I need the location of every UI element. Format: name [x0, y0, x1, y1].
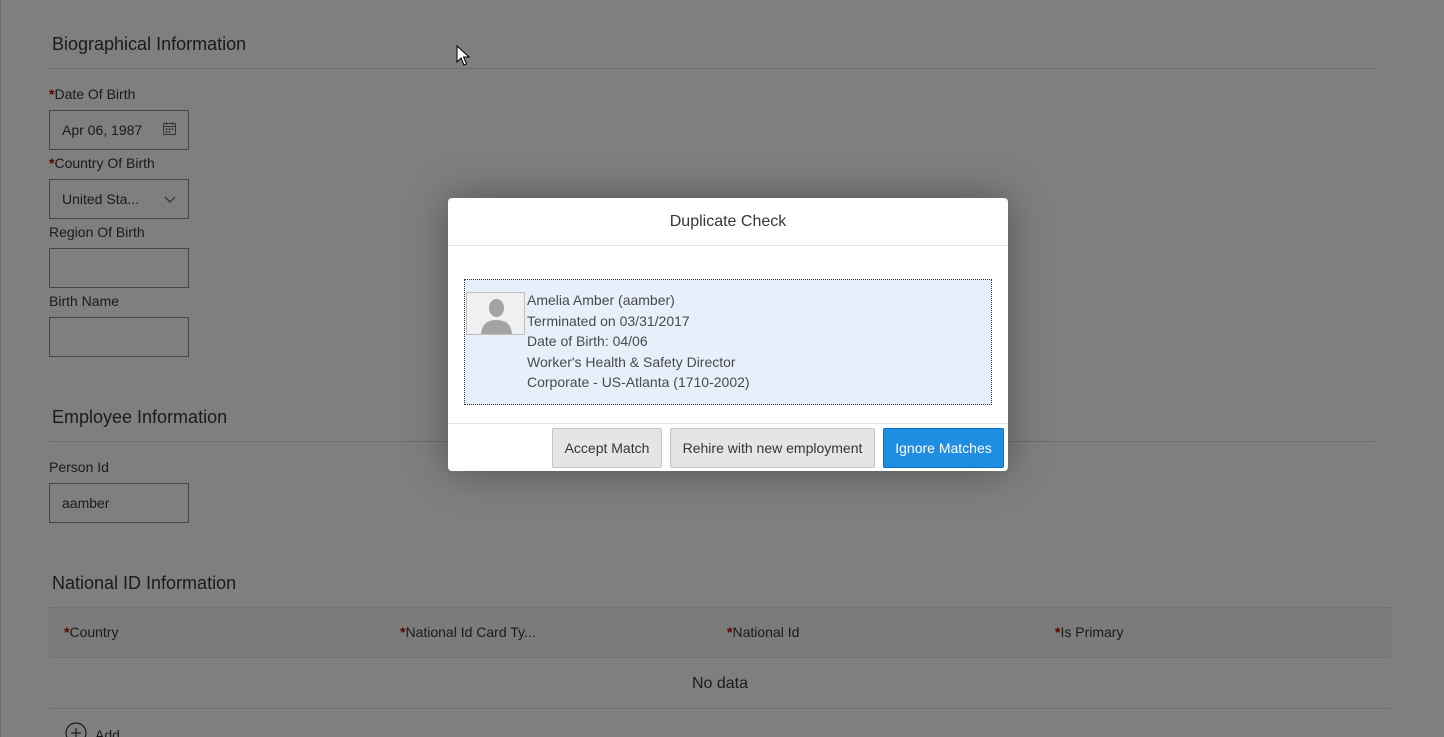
duplicate-match-item[interactable]: Amelia Amber (aamber) Terminated on 03/3… — [464, 279, 992, 405]
rehire-button[interactable]: Rehire with new employment — [670, 428, 875, 468]
match-details: Amelia Amber (aamber) Terminated on 03/3… — [527, 290, 750, 393]
accept-match-button[interactable]: Accept Match — [552, 428, 662, 468]
duplicate-check-dialog: Duplicate Check Amelia Amber (aamber) Te… — [448, 198, 1008, 471]
match-location: Corporate - US-Atlanta (1710-2002) — [527, 374, 750, 390]
match-job-title: Worker's Health & Safety Director — [527, 353, 736, 370]
match-name: Amelia Amber (aamber) — [527, 292, 675, 308]
match-date-of-birth: Date of Birth: 04/06 — [527, 333, 648, 349]
dialog-footer: Accept Match Rehire with new employment … — [448, 423, 1008, 471]
person-placeholder-icon — [466, 292, 525, 335]
dialog-title: Duplicate Check — [448, 198, 1008, 246]
match-status: Terminated on 03/31/2017 — [527, 312, 690, 329]
ignore-matches-button[interactable]: Ignore Matches — [883, 428, 1004, 468]
mouse-pointer-icon — [456, 44, 471, 67]
